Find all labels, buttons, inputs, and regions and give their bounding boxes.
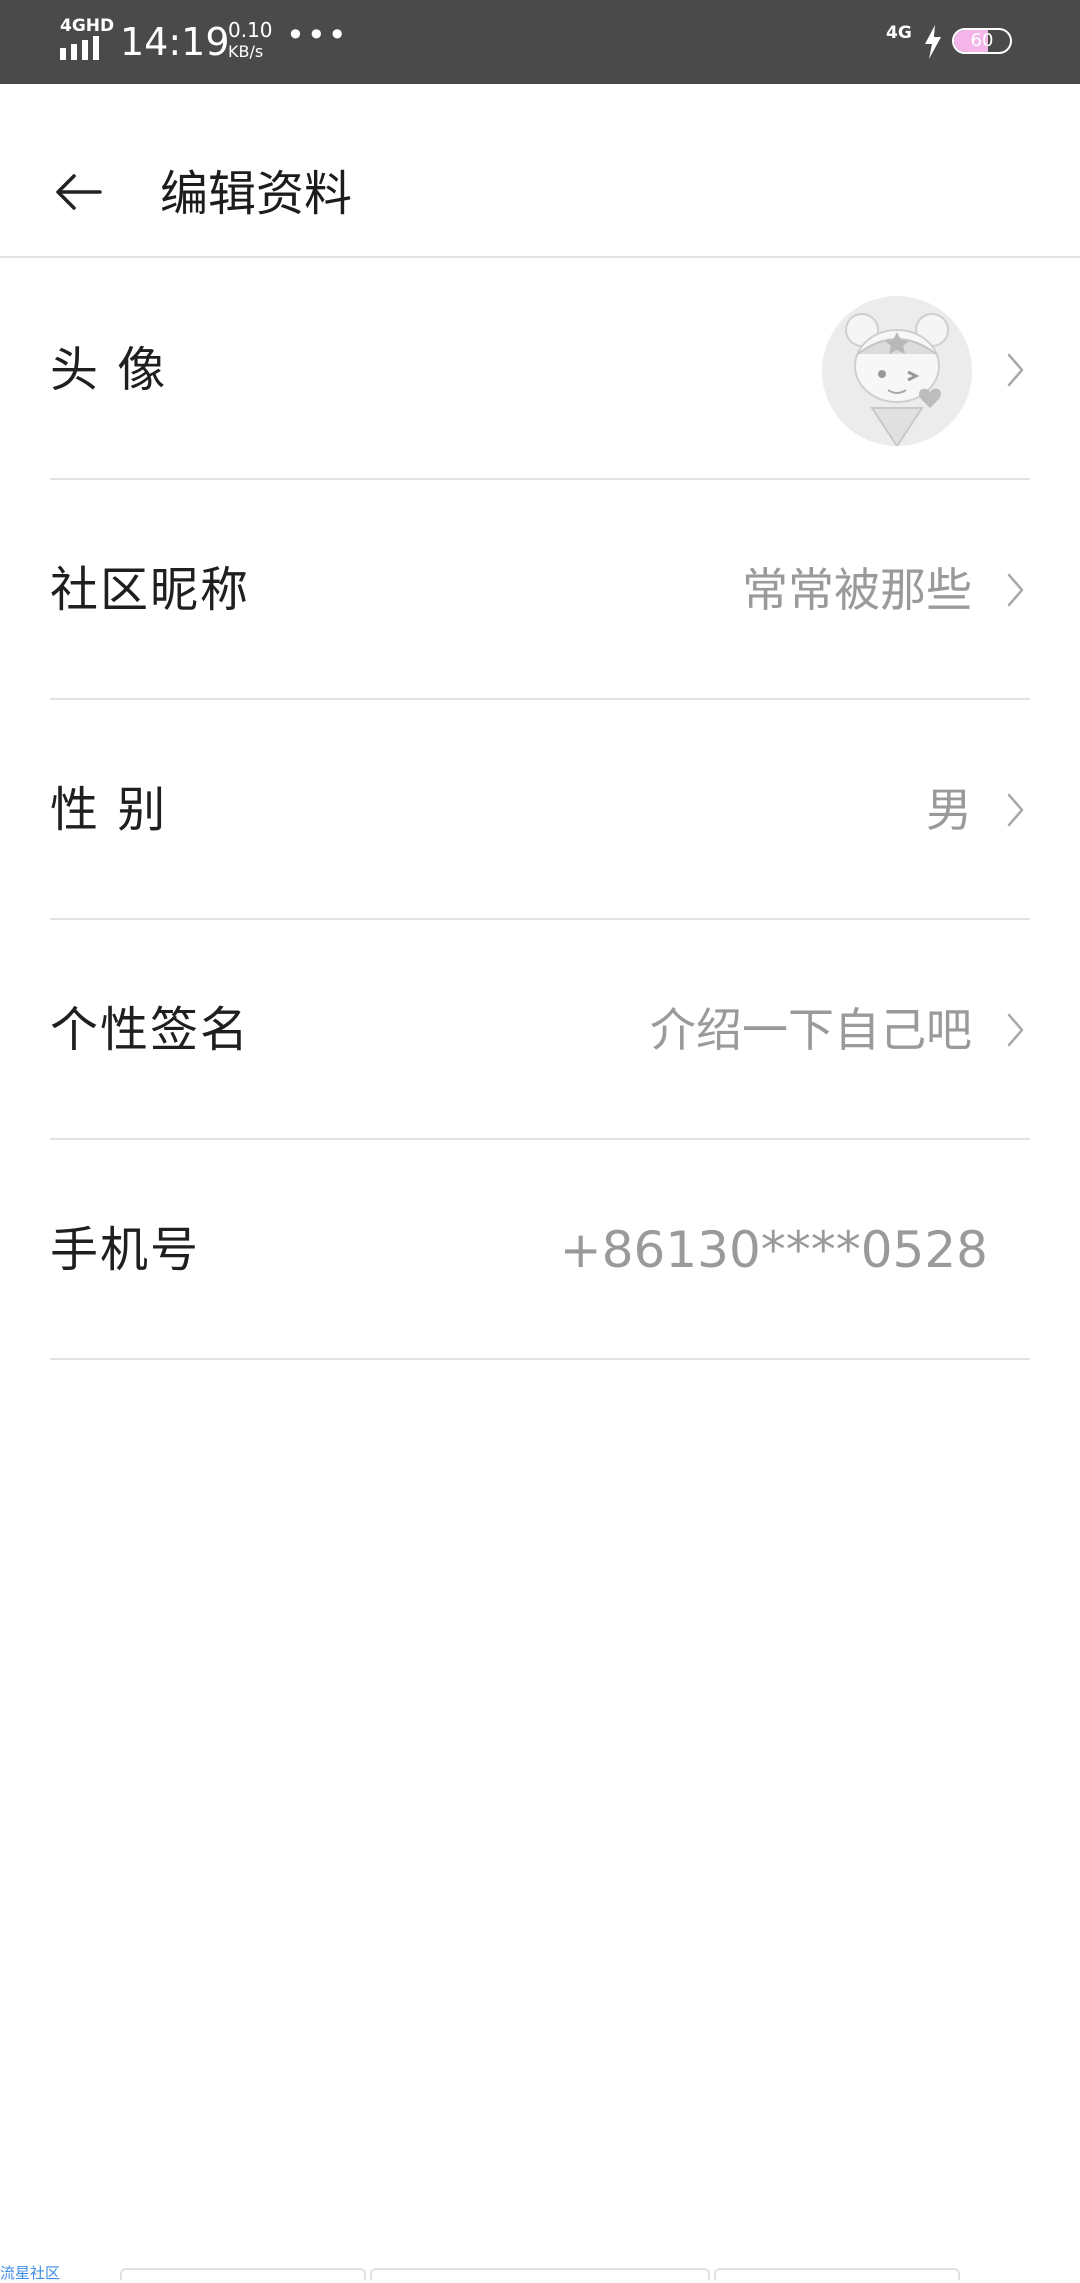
chevron-right-icon [1007,573,1024,607]
nickname-label: 社区昵称 [50,562,251,618]
nickname-value: 常常被那些 [742,563,972,617]
chevron-right-icon [1007,1013,1024,1047]
network-speed-value: 0.10 [228,18,273,42]
signature-row[interactable]: 个性签名 介绍一下自己吧 [50,920,1030,1140]
back-arrow-icon[interactable] [50,164,106,220]
gender-label: 性 别 [50,782,168,838]
signature-label: 个性签名 [50,1002,251,1058]
battery-level-text: 60 [970,30,994,51]
mobile-data-label: 4G [886,23,912,43]
more-notifications-icon: ••• [286,16,349,54]
bottom-tab-2[interactable] [370,2268,710,2280]
signature-value: 介绍一下自己吧 [650,1003,972,1057]
avatar-illustration-icon [822,296,972,446]
phone-row: 手机号 +86130****0528 [50,1140,1030,1360]
status-time: 14:19 [120,20,230,64]
network-speed: 0.10 KB/s [228,20,273,62]
signal-strength-icon [60,36,99,60]
avatar-label: 头 像 [50,342,168,398]
avatar [822,296,972,446]
avatar-row[interactable]: 头 像 [50,260,1030,480]
charging-bolt-icon [925,25,941,59]
bottom-tab-1[interactable] [120,2268,366,2280]
app-header: 编辑资料 [0,84,1080,258]
chevron-right-icon [1007,793,1024,827]
chevron-right-icon [1007,353,1024,387]
nickname-row[interactable]: 社区昵称 常常被那些 [50,480,1030,700]
phone-label: 手机号 [50,1222,201,1278]
network-speed-unit: KB/s [228,42,264,61]
page-title: 编辑资料 [160,166,353,222]
status-bar: 4GHD 14:19 0.10 KB/s ••• 4G 60 [0,0,1080,84]
gender-row[interactable]: 性 别 男 [50,700,1030,920]
battery-icon: 60 [952,28,1012,54]
gender-value: 男 [926,783,972,837]
bottom-tab-3[interactable] [714,2268,960,2280]
phone-value: +86130****0528 [559,1221,988,1279]
